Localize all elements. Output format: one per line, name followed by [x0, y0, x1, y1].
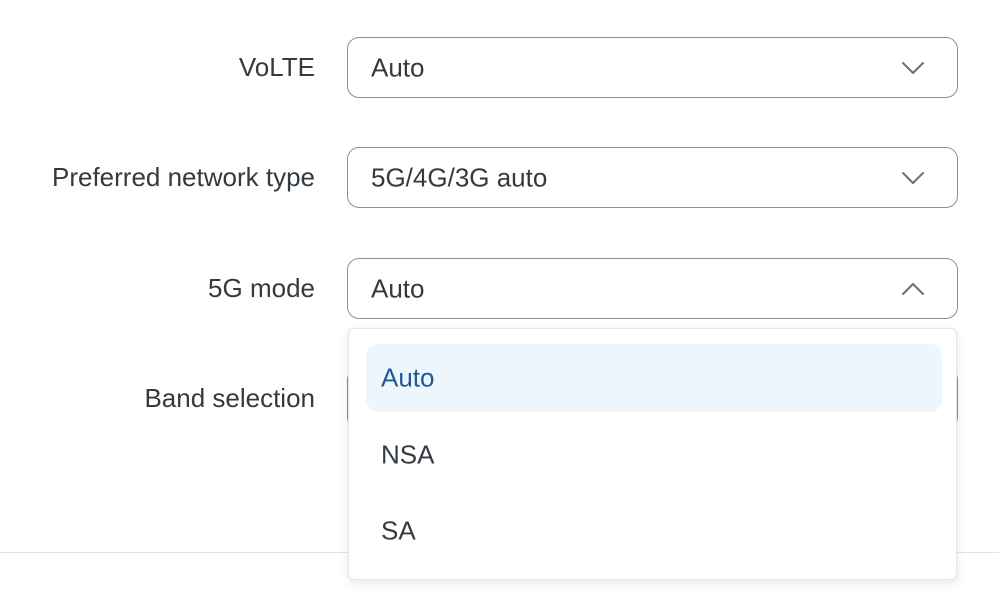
band-selection-label: Band selection [144, 383, 315, 413]
preferred-network-type-label: Preferred network type [51, 162, 315, 192]
dropdown-option-label: Auto [381, 362, 435, 393]
dropdown-option-label: SA [381, 515, 416, 546]
chevron-down-icon [901, 61, 925, 75]
volte-select[interactable]: Auto [347, 37, 958, 98]
5g-mode-select[interactable]: Auto [347, 258, 958, 319]
dropdown-option-nsa[interactable]: NSA [366, 421, 942, 489]
5g-mode-select-value: Auto [371, 273, 425, 303]
volte-select-value: Auto [371, 52, 425, 82]
5g-mode-label: 5G mode [208, 273, 315, 303]
dropdown-option-auto[interactable]: Auto [366, 344, 942, 412]
preferred-network-type-select[interactable]: 5G/4G/3G auto [347, 147, 958, 208]
mobile-settings-form: VoLTE Auto Preferred network type 5G/4G/… [0, 0, 999, 611]
chevron-down-icon [901, 171, 925, 185]
dropdown-option-sa[interactable]: SA [366, 497, 942, 565]
volte-label: VoLTE [238, 52, 315, 82]
chevron-up-icon [901, 282, 925, 296]
preferred-network-type-value: 5G/4G/3G auto [371, 162, 548, 192]
5g-mode-dropdown-menu: Auto NSA SA [348, 328, 957, 580]
dropdown-option-label: NSA [381, 439, 435, 470]
